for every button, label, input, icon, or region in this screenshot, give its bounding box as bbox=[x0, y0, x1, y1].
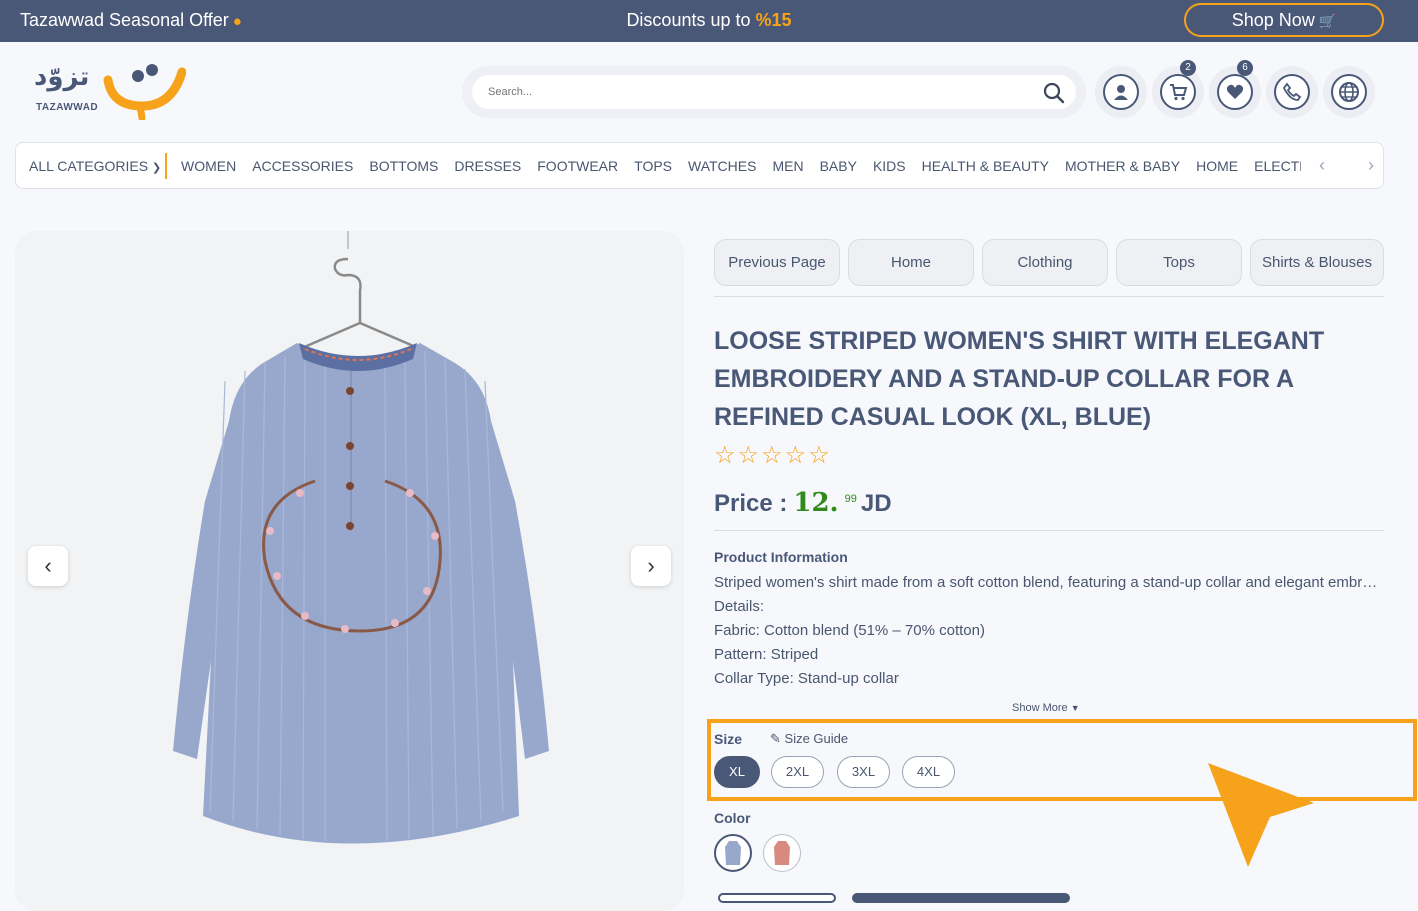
star-icon: ☆ bbox=[784, 442, 807, 469]
cart-icon: 🛒 bbox=[1318, 13, 1337, 29]
chevron-down-icon: ❯ bbox=[151, 162, 162, 174]
site-logo[interactable]: تزوّد TAZAWWAD bbox=[34, 62, 189, 120]
breadcrumb-previous-page[interactable]: Previous Page bbox=[714, 239, 840, 286]
add-to-cart-button[interactable] bbox=[852, 893, 1070, 903]
star-icon: ☆ bbox=[808, 442, 830, 469]
category-item[interactable]: WOMEN bbox=[181, 158, 236, 174]
contact-button[interactable] bbox=[1266, 66, 1318, 118]
category-next-arrow[interactable]: › bbox=[1368, 155, 1374, 176]
category-item[interactable]: DRESSES bbox=[454, 158, 521, 174]
shop-now-button[interactable]: Shop Now 🛒 bbox=[1184, 3, 1384, 37]
quantity-control[interactable] bbox=[718, 893, 836, 903]
show-more-link[interactable]: Show More ▼ bbox=[1012, 702, 1080, 714]
category-list: WOMEN ACCESSORIES BOTTOMS DRESSES FOOTWE… bbox=[181, 158, 1301, 174]
shirt-thumbnail-icon bbox=[774, 841, 790, 865]
product-info-line: Collar Type: Stand-up collar bbox=[714, 670, 899, 687]
chevron-left-icon: ‹ bbox=[44, 553, 52, 578]
rating-stars[interactable]: ☆ ☆ ☆ ☆ ☆ bbox=[714, 441, 832, 470]
search-bar bbox=[462, 66, 1086, 118]
product-info-line: Striped women's shirt made from a soft c… bbox=[714, 574, 1384, 591]
breadcrumb-home[interactable]: Home bbox=[848, 239, 974, 286]
shirt-thumbnail-icon bbox=[725, 841, 741, 865]
product-image-gallery: ‹ › bbox=[15, 231, 684, 911]
size-option-xl[interactable]: XL bbox=[714, 756, 760, 788]
product-info-line: Pattern: Striped bbox=[714, 646, 819, 663]
price-currency: JD bbox=[860, 490, 892, 517]
price-integer: 12. bbox=[793, 488, 839, 518]
shop-now-label: Shop Now bbox=[1231, 10, 1315, 30]
product-price: Price :12. 99 JD bbox=[714, 488, 892, 518]
category-item[interactable]: MEN bbox=[772, 158, 803, 174]
category-item[interactable]: WATCHES bbox=[688, 158, 756, 174]
phone-icon bbox=[1274, 74, 1310, 110]
color-label: Color bbox=[714, 810, 751, 826]
product-info-line: Fabric: Cotton blend (51% – 70% cotton) bbox=[714, 622, 985, 639]
search-icon[interactable] bbox=[1042, 81, 1066, 105]
chevron-down-icon: ▼ bbox=[1070, 703, 1080, 713]
promo-discount-percent: %15 bbox=[755, 10, 792, 30]
divider bbox=[714, 296, 1384, 297]
size-option-4xl[interactable]: 4XL bbox=[902, 756, 955, 788]
category-item[interactable]: ACCESSORIES bbox=[252, 158, 353, 174]
chevron-right-icon: › bbox=[647, 553, 655, 578]
product-info-line: Details: bbox=[714, 598, 765, 615]
size-guide-link[interactable]: ✎ Size Guide bbox=[770, 731, 848, 747]
logo-arabic: تزوّد bbox=[34, 62, 90, 92]
user-icon bbox=[1103, 74, 1139, 110]
color-swatch-pink[interactable] bbox=[763, 834, 801, 872]
breadcrumb-shirts-blouses[interactable]: Shirts & Blouses bbox=[1250, 239, 1384, 286]
logo-english: TAZAWWAD bbox=[36, 102, 99, 113]
category-item[interactable]: TOPS bbox=[634, 158, 672, 174]
star-icon: ☆ bbox=[761, 442, 783, 469]
promo-discount-text: Discounts up to bbox=[626, 10, 751, 30]
product-info-heading: Product Information bbox=[714, 549, 848, 565]
size-option-3xl[interactable]: 3XL bbox=[837, 756, 890, 788]
size-option-2xl[interactable]: 2XL bbox=[771, 756, 824, 788]
category-prev-arrow[interactable]: ‹ bbox=[1319, 155, 1325, 176]
account-button[interactable] bbox=[1095, 66, 1147, 118]
wishlist-button[interactable]: 6 bbox=[1209, 60, 1261, 118]
product-title: LOOSE STRIPED WOMEN'S SHIRT WITH ELEGANT… bbox=[714, 327, 1325, 431]
star-icon: ☆ bbox=[737, 442, 760, 469]
promo-bar: Tazawwad Seasonal Offer ● Discounts up to… bbox=[0, 0, 1418, 42]
product-info-text: Striped women's shirt made from a soft c… bbox=[714, 571, 1384, 691]
product-image bbox=[173, 231, 549, 844]
breadcrumb-clothing[interactable]: Clothing bbox=[982, 239, 1108, 286]
category-item[interactable]: KIDS bbox=[873, 158, 906, 174]
category-item[interactable]: ELECTRONICS bbox=[1254, 158, 1301, 174]
breadcrumb-tops[interactable]: Tops bbox=[1116, 239, 1242, 286]
language-button[interactable] bbox=[1323, 66, 1375, 118]
category-divider bbox=[165, 153, 167, 179]
show-more-label: Show More bbox=[1012, 702, 1068, 714]
cart-button[interactable]: 2 bbox=[1152, 60, 1204, 118]
category-item[interactable]: HOME bbox=[1196, 158, 1238, 174]
ruler-icon: ✎ bbox=[770, 731, 781, 746]
search-input[interactable] bbox=[472, 75, 1076, 109]
category-item[interactable]: BABY bbox=[820, 158, 857, 174]
heart-icon bbox=[1217, 74, 1253, 110]
gallery-prev-button[interactable]: ‹ bbox=[28, 546, 68, 586]
size-guide-label: Size Guide bbox=[784, 731, 849, 746]
all-categories-dropdown[interactable]: ALL CATEGORIES ❯ bbox=[29, 158, 161, 174]
all-categories-label: ALL CATEGORIES bbox=[29, 158, 149, 174]
gallery-next-button[interactable]: › bbox=[631, 546, 671, 586]
globe-icon bbox=[1331, 74, 1367, 110]
cart-count-badge: 2 bbox=[1180, 60, 1196, 76]
category-item[interactable]: HEALTH & BEAUTY bbox=[922, 158, 1049, 174]
price-label: Price : bbox=[714, 490, 788, 517]
category-item[interactable]: MOTHER & BABY bbox=[1065, 158, 1180, 174]
price-decimal: 99 bbox=[844, 493, 857, 505]
category-nav: ALL CATEGORIES ❯ WOMEN ACCESSORIES BOTTO… bbox=[15, 142, 1384, 189]
color-swatch-blue[interactable] bbox=[714, 834, 752, 872]
category-item[interactable]: FOOTWEAR bbox=[537, 158, 618, 174]
cart-icon bbox=[1160, 74, 1196, 110]
pointer-arrow-icon bbox=[1208, 763, 1314, 867]
star-icon: ☆ bbox=[714, 442, 736, 469]
wishlist-count-badge: 6 bbox=[1237, 60, 1253, 76]
divider bbox=[714, 530, 1384, 531]
category-item[interactable]: BOTTOMS bbox=[369, 158, 438, 174]
logo-smile-icon bbox=[103, 64, 186, 120]
size-label: Size bbox=[714, 731, 743, 747]
